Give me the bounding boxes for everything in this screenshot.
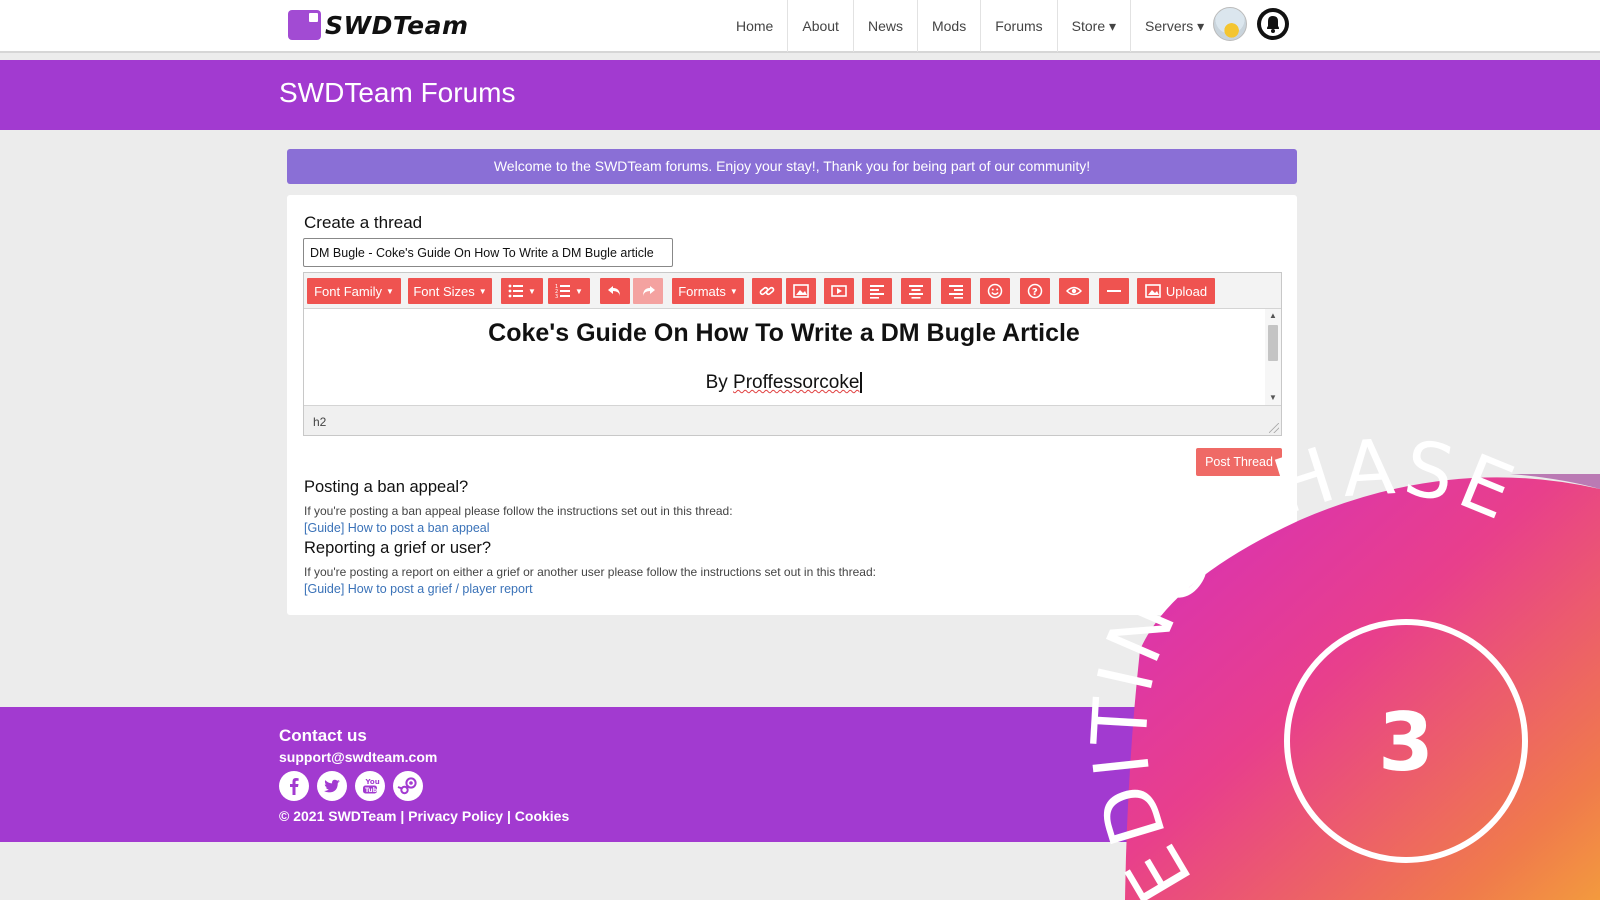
rich-text-editor: Font Family ▼ Font Sizes ▼ ▼ 1 2 3 ▼ Formats ▼ [303, 272, 1282, 436]
article-heading: Coke's Guide On How To Write a DM Bugle … [488, 319, 1080, 347]
ban-appeal-heading: Posting a ban appeal? [304, 478, 469, 496]
scroll-up-arrow-icon[interactable]: ▲ [1269, 311, 1277, 320]
article-byline: By Proffessorcoke [304, 372, 1264, 394]
svg-text:Tube: Tube [365, 787, 381, 794]
emoticon-button[interactable] [980, 278, 1010, 304]
align-left-button[interactable] [862, 278, 892, 304]
scroll-down-arrow-icon[interactable]: ▼ [1269, 393, 1277, 402]
smiley-icon [987, 283, 1003, 299]
create-thread-heading: Create a thread [304, 213, 423, 232]
align-right-icon [949, 285, 963, 299]
media-button[interactable] [824, 278, 854, 304]
align-left-icon [870, 285, 884, 299]
welcome-message: Welcome to the SWDTeam forums. Enjoy you… [287, 149, 1297, 184]
editor-toolbar: Font Family ▼ Font Sizes ▼ ▼ 1 2 3 ▼ Formats ▼ [304, 273, 1281, 309]
nav-home[interactable]: Home [722, 0, 789, 52]
privacy-policy-link[interactable]: Privacy Policy [408, 808, 503, 824]
redo-button[interactable] [633, 278, 663, 304]
preview-button[interactable] [1059, 278, 1089, 304]
twitter-icon[interactable] [317, 771, 347, 801]
grief-report-text: If you're posting a report on either a g… [304, 565, 876, 579]
byline-prefix: By [705, 372, 734, 393]
cookies-link[interactable]: Cookies [515, 808, 569, 824]
thread-title-input[interactable] [303, 238, 673, 267]
element-path[interactable]: h2 [313, 415, 326, 429]
page-banner: SWDTeam Forums [0, 60, 1600, 130]
create-thread-card: Create a thread Font Family▼ Font Sizes▼… [287, 195, 1297, 615]
help-icon: ? [1027, 283, 1043, 299]
footer-copyright: © 2021 SWDTeam | Privacy Policy | Cookie… [279, 808, 570, 824]
ban-appeal-guide-link[interactable]: [Guide] How to post a ban appeal [304, 521, 490, 535]
svg-text:?: ? [1032, 287, 1038, 298]
image-button[interactable] [786, 278, 816, 304]
upload-button[interactable]: Upload [1137, 278, 1215, 304]
editor-scrollbar[interactable]: ▲ ▼ [1265, 309, 1281, 405]
link-icon [759, 286, 775, 296]
image-icon [793, 284, 809, 298]
numbered-list-icon: 123 [555, 284, 571, 299]
undo-button[interactable] [600, 278, 630, 304]
upload-label: Upload [1165, 283, 1208, 299]
nav-news[interactable]: News [854, 0, 918, 52]
eye-icon [1066, 286, 1082, 296]
redo-icon [643, 286, 655, 296]
nav-store-dropdown[interactable]: Store ▾ [1058, 0, 1132, 52]
nav-servers-dropdown[interactable]: Servers ▾ [1131, 0, 1218, 52]
resize-handle-icon[interactable] [1269, 423, 1279, 433]
formats-label: Formats [678, 283, 726, 299]
align-center-icon [909, 285, 923, 299]
undo-icon [608, 286, 620, 296]
top-navbar: SWDTeam Home About News Mods Forums Stor… [0, 0, 1600, 53]
notifications-icon[interactable] [1256, 7, 1290, 41]
nav-forums[interactable]: Forums [981, 0, 1058, 52]
copyright-text: © 2021 SWDTeam [279, 808, 397, 824]
youtube-icon[interactable]: You Tube [355, 771, 385, 801]
editor-content-area[interactable]: Coke's Guide On How To Write a DM Bugle … [304, 309, 1281, 405]
font-family-label: Font Family [314, 283, 382, 299]
avatar[interactable] [1213, 7, 1247, 41]
align-right-button[interactable] [941, 278, 971, 304]
grief-report-heading: Reporting a grief or user? [304, 539, 492, 557]
contact-heading: Contact us [279, 726, 367, 745]
nav-links: Home About News Mods Forums Store ▾ Serv… [722, 0, 1218, 52]
font-sizes-dropdown[interactable]: Font Sizes ▼ [408, 278, 492, 304]
align-center-button[interactable] [901, 278, 931, 304]
formats-dropdown[interactable]: Formats ▼ [672, 278, 744, 304]
link-button[interactable] [752, 278, 782, 304]
nav-about[interactable]: About [788, 0, 854, 52]
numbered-list-button[interactable]: 1 2 3 ▼ [548, 278, 590, 304]
logo-icon [288, 10, 321, 40]
nav-mods[interactable]: Mods [918, 0, 982, 52]
grief-report-guide-link[interactable]: [Guide] How to post a grief / player rep… [304, 582, 533, 596]
contact-email[interactable]: support@swdteam.com [279, 749, 437, 765]
svg-text:You: You [365, 778, 380, 786]
ban-appeal-text: If you're posting a ban appeal please fo… [304, 504, 733, 518]
brand-logo[interactable]: SWDTeam [288, 10, 469, 40]
page-title: SWDTeam Forums [279, 77, 516, 108]
font-family-dropdown[interactable]: Font Family ▼ [307, 278, 401, 304]
editor-statusbar: h2 [304, 405, 1281, 435]
scroll-thumb[interactable] [1268, 325, 1278, 361]
facebook-icon[interactable] [279, 771, 309, 801]
svg-text:3: 3 [555, 294, 558, 299]
byline-author: Proffessorcoke [733, 372, 863, 393]
site-footer: Contact us support@swdteam.com You Tube ©… [0, 707, 1600, 842]
media-icon [831, 285, 847, 297]
post-thread-button[interactable]: Post Thread [1196, 448, 1282, 476]
font-sizes-label: Font Sizes [413, 283, 475, 299]
horizontal-rule-button[interactable] [1099, 278, 1129, 304]
steam-icon[interactable] [393, 771, 423, 801]
overlay-shade [1510, 474, 1600, 489]
bullet-list-icon [508, 284, 524, 298]
help-button[interactable]: ? [1020, 278, 1050, 304]
horizontal-rule-icon [1107, 290, 1121, 292]
bullet-list-button[interactable]: ▼ [501, 278, 543, 304]
brand-name: SWDTeam [325, 10, 469, 40]
upload-image-icon [1145, 284, 1161, 298]
